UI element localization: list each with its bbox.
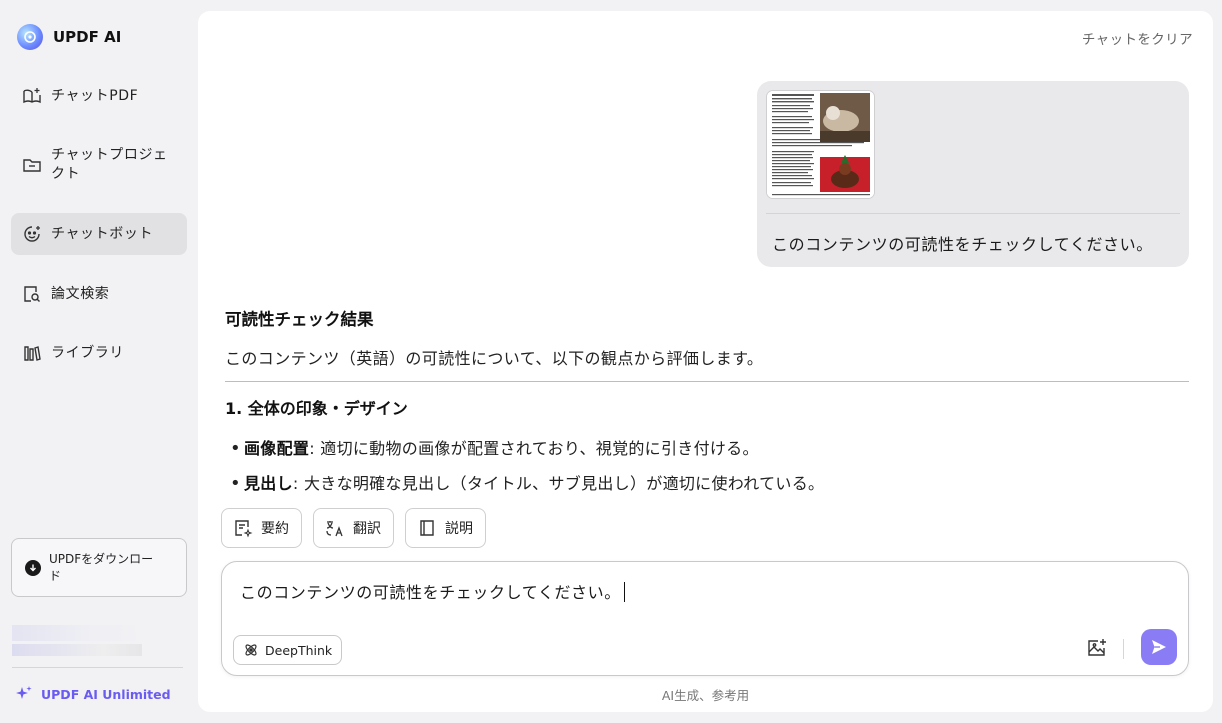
summary-icon [235,520,253,538]
sidebar-item-library[interactable]: ライブラリ [11,339,187,367]
answer-section-title: 1. 全体の印象・デザイン [225,399,408,418]
answer-title: 可読性チェック結果 [225,310,374,329]
translate-icon [326,521,343,537]
list-item-bold: 見出し [244,474,293,493]
brand-name: UPDF AI [53,28,122,46]
folder-icon [23,159,41,172]
message-input[interactable]: このコンテンツの可読性をチェックしてください。 [240,579,625,603]
explain-label: 説明 [445,521,473,537]
sparkle-icon [16,686,32,699]
divider [1123,639,1124,659]
image-upload-button[interactable] [1086,637,1108,663]
translate-label: 翻訳 [353,521,381,537]
updf-logo-icon [17,24,43,50]
doc-search-icon [24,286,40,302]
download-updf-button[interactable]: UPDFをダウンロード [11,538,187,597]
summarize-button[interactable]: 要約 [221,508,302,548]
explain-button[interactable]: 説明 [405,508,486,548]
sidebar-item-chatbot[interactable]: チャットボット [11,213,187,255]
sidebar-item-label: チャットボット [51,225,154,242]
image-add-icon [1088,639,1106,656]
sidebar-item-label: チャットプロジェクト [51,147,168,182]
divider [225,381,1189,382]
atom-icon [245,644,257,656]
sidebar: UPDF AI チャットPDF チャットプロジェクト チャットボット 論文検索 … [0,0,198,723]
user-message: このコンテンツの可読性をチェックしてください。 [757,81,1189,267]
sidebar-item-label: ライブラリ [51,344,124,361]
send-button[interactable] [1141,629,1177,665]
list-item-text: : 適切に動物の画像が配置されており、視覚的に引き付ける。 [309,439,759,458]
upgrade-link[interactable]: UPDF AI Unlimited [15,685,171,703]
brand[interactable]: UPDF AI [17,24,121,50]
library-icon [24,346,41,361]
answer-intro: このコンテンツ（英語）の可読性について、以下の観点から評価します。 [225,349,764,368]
divider [12,667,183,668]
download-label: UPDFをダウンロード [49,551,154,583]
list-item-bold: 画像配置 [244,439,310,458]
sidebar-item-paper-search[interactable]: 論文検索 [11,280,187,308]
user-message-text: このコンテンツの可読性をチェックしてください。 [772,235,1153,254]
send-icon [1152,640,1166,654]
text-caret [623,582,625,602]
chat-panel: チャットをクリア このコンテンツの可読性をチェックしてください。 可読性チェック… [198,11,1213,712]
book-icon [420,520,434,536]
book-sparkle-icon [23,88,41,104]
translate-button[interactable]: 翻訳 [313,508,394,548]
list-item-text: : 大きな明確な見出し（タイトル、サブ見出し）が適切に使われている。 [292,474,825,493]
upgrade-label: UPDF AI Unlimited [41,686,171,702]
sidebar-item-label: 論文検索 [51,285,110,302]
sidebar-item-chat-pdf[interactable]: チャットPDF [11,82,187,110]
summarize-label: 要約 [261,521,289,537]
deepthink-toggle[interactable]: DeepThink [233,635,343,665]
attached-document-thumbnail[interactable] [766,90,875,199]
list-item: • 画像配置 : 適切に動物の画像が配置されており、視覚的に引き付ける。 [225,435,1189,459]
sidebar-item-chat-project[interactable]: チャットプロジェクト [11,145,187,185]
bot-face-icon [24,226,40,242]
sidebar-item-label: チャットPDF [51,87,139,104]
divider [766,213,1180,214]
account-info-redacted[interactable] [12,625,146,657]
clear-chat-button[interactable]: チャットをクリア [1082,28,1193,48]
message-composer[interactable]: このコンテンツの可読性をチェックしてください。 DeepThink [221,561,1189,676]
download-icon [25,559,41,576]
deepthink-label: DeepThink [265,642,333,658]
list-item: • 見出し : 大きな明確な見出し（タイトル、サブ見出し）が適切に使われている。 [225,470,1189,494]
ai-disclaimer: AI生成、参考用 [661,688,750,703]
